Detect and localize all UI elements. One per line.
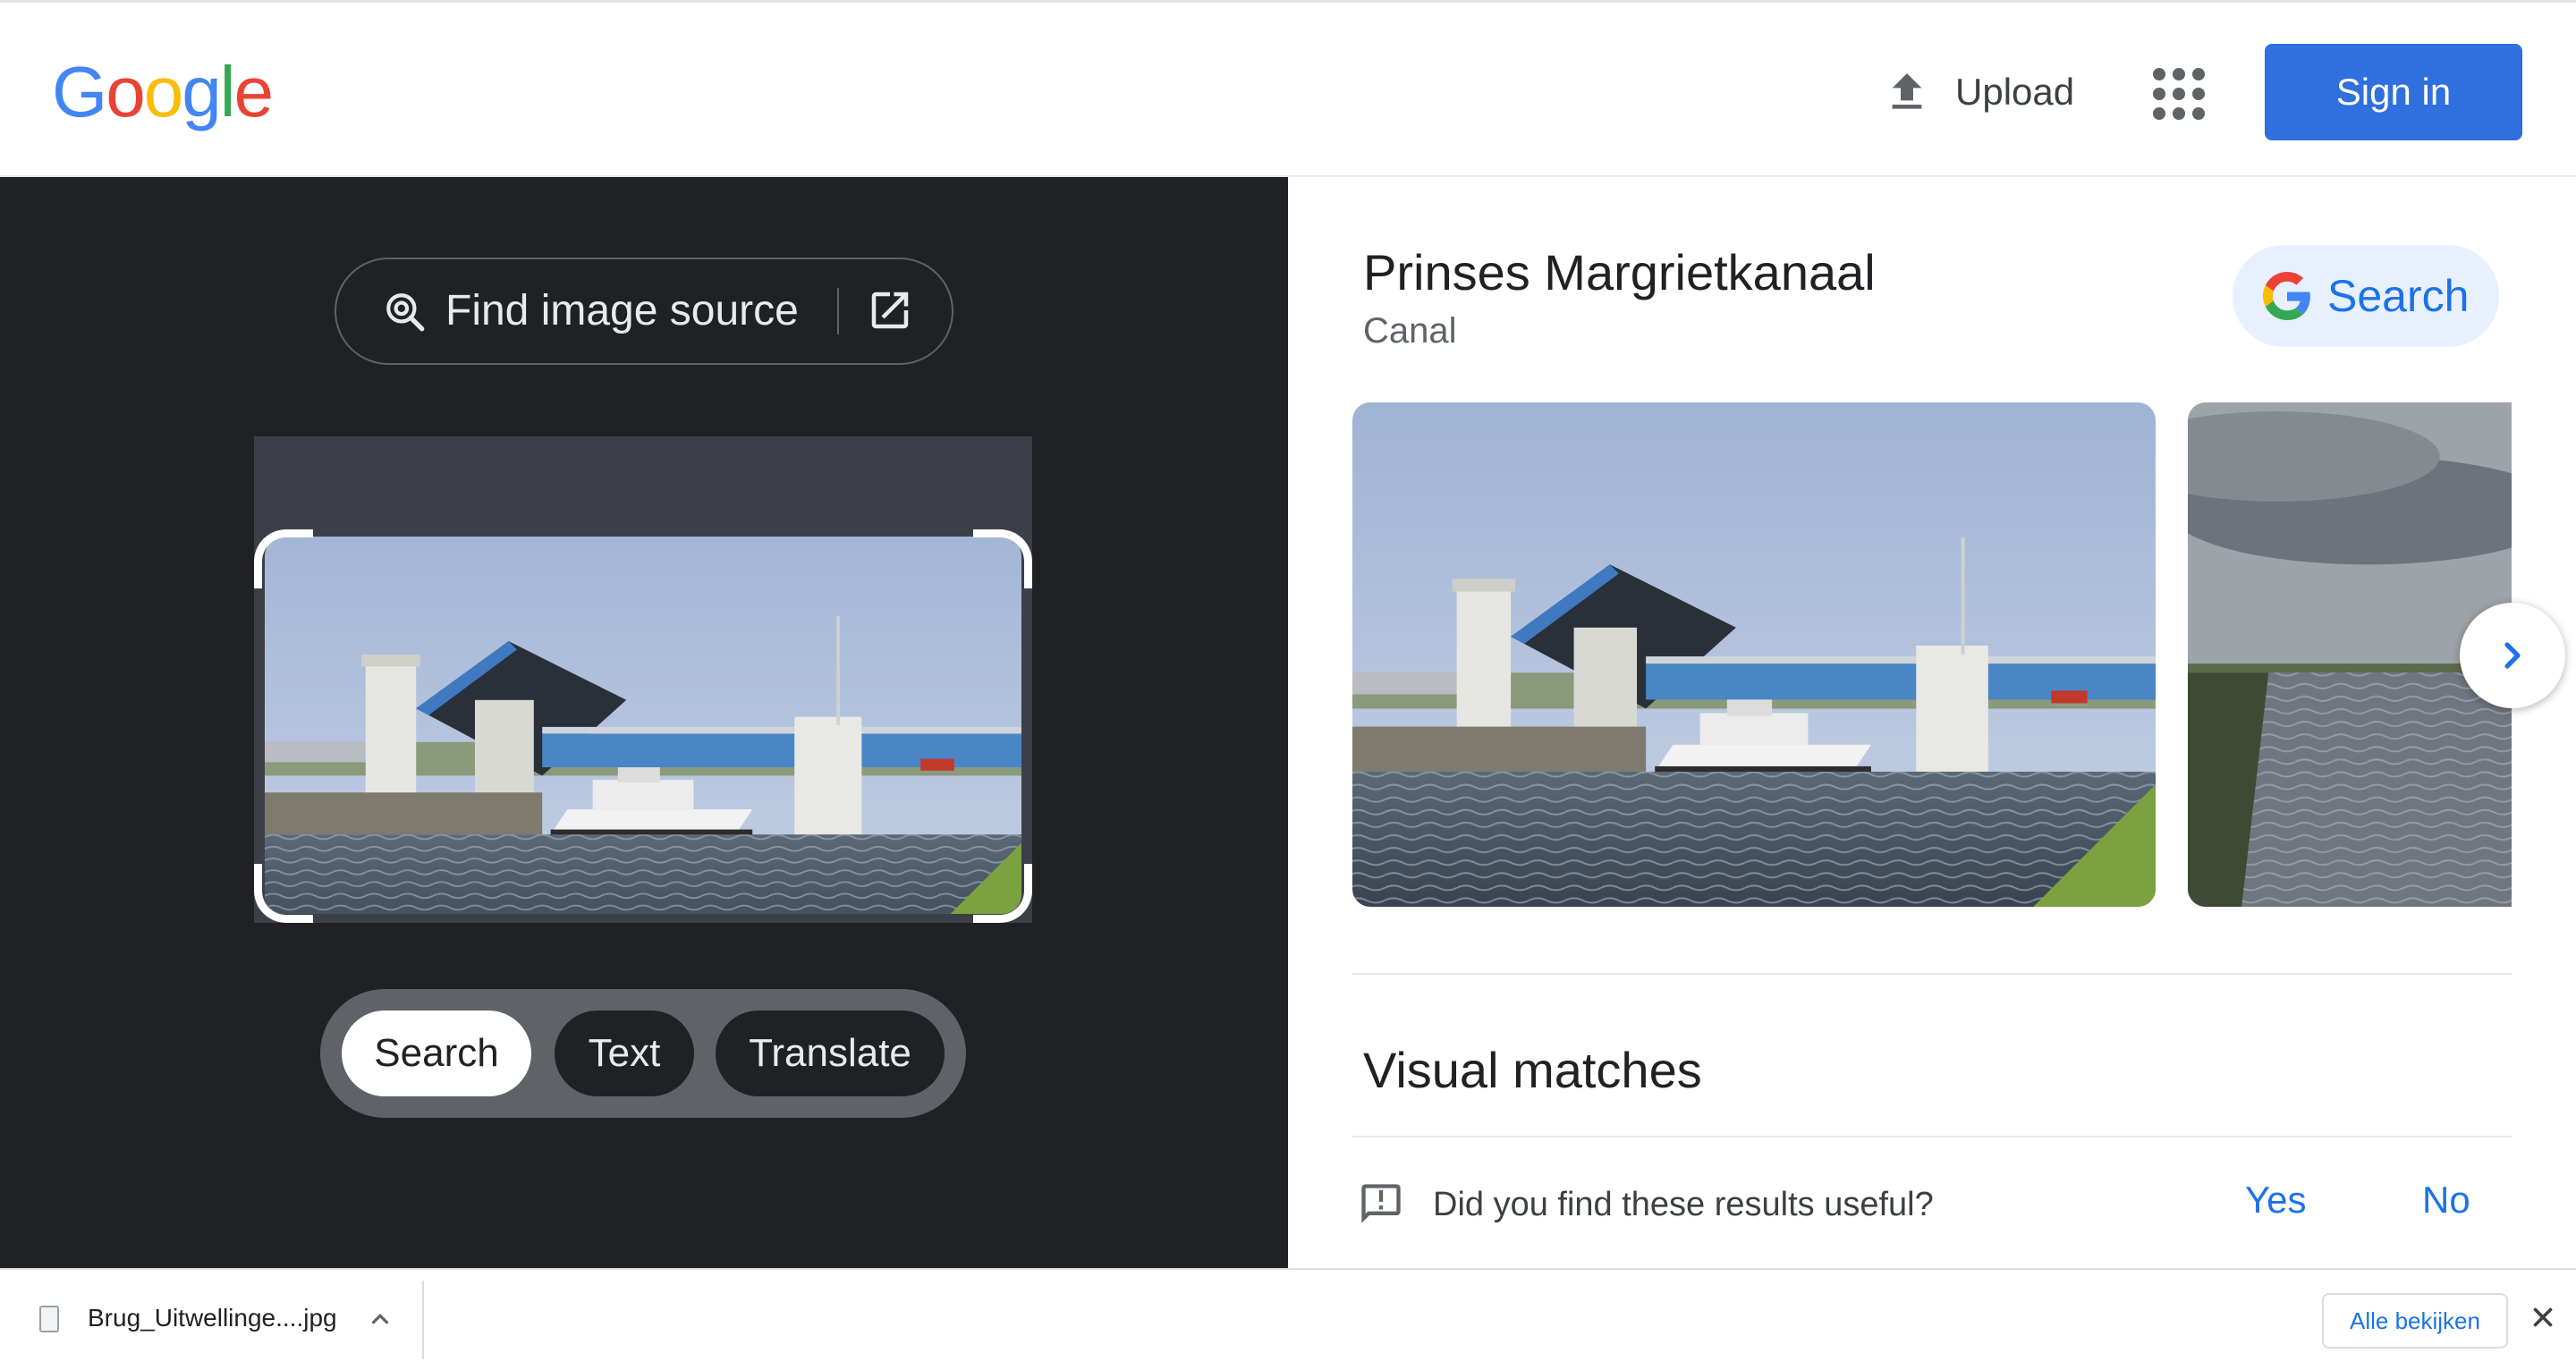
divider xyxy=(837,288,839,334)
sign-in-button[interactable]: Sign in xyxy=(2265,44,2522,140)
feedback-icon xyxy=(1361,1184,1401,1223)
lens-search-icon xyxy=(386,293,425,332)
result-image-1[interactable] xyxy=(1352,402,2156,907)
find-image-source-button[interactable]: Find image source xyxy=(335,258,953,365)
bridge-photo xyxy=(265,537,1021,914)
upload-label: Upload xyxy=(1955,71,2075,113)
google-search-label: Search xyxy=(2327,271,2470,321)
entity-title: Prinses Margrietkanaal xyxy=(1363,244,1876,300)
logo-letter: l xyxy=(219,52,236,131)
open-in-new-icon[interactable] xyxy=(866,286,914,334)
crop-handle-top-left[interactable] xyxy=(254,529,313,588)
logo-letter: g xyxy=(182,52,221,131)
logo-letter: e xyxy=(233,52,274,131)
mode-search[interactable]: Search xyxy=(342,1011,531,1096)
download-shelf: Brug_Uitwellinge....jpg Alle bekijken xyxy=(0,1268,2576,1370)
mode-text[interactable]: Text xyxy=(555,1011,694,1096)
google-lens-page: Google Upload Sign in Find image source … xyxy=(0,0,2576,1370)
section-divider xyxy=(1352,1136,2512,1137)
feedback-yes-button[interactable]: Yes xyxy=(2245,1179,2307,1222)
chevron-right-icon xyxy=(2504,642,2521,669)
uploaded-image-preview xyxy=(254,436,1032,923)
google-apps-button[interactable] xyxy=(2147,62,2211,126)
upload-icon xyxy=(1892,73,1922,109)
logo-letter: G xyxy=(52,52,107,131)
lens-image-pane: Find image source Search Text Translate xyxy=(0,177,1288,1268)
upload-button[interactable]: Upload xyxy=(1882,53,2074,131)
results-pane: Prinses Margrietkanaal Canal Search Visu… xyxy=(1288,177,2576,1268)
selected-crop-area[interactable] xyxy=(265,537,1021,914)
find-image-source-label: Find image source xyxy=(445,287,799,334)
apps-grid-icon xyxy=(2153,68,2205,120)
visual-matches-heading: Visual matches xyxy=(1363,1042,1702,1098)
google-search-button[interactable]: Search xyxy=(2233,245,2499,347)
chevron-up-icon[interactable] xyxy=(367,1306,394,1332)
bridge-result-photo xyxy=(1352,402,2156,907)
google-g-icon xyxy=(2263,272,2310,320)
feedback-question: Did you find these results useful? xyxy=(1433,1186,1934,1223)
section-divider xyxy=(1352,973,2512,975)
lens-mode-switcher: Search Text Translate xyxy=(320,989,966,1118)
top-header: Google Upload Sign in xyxy=(0,0,2576,177)
logo-letter: o xyxy=(106,52,145,131)
entity-subtitle: Canal xyxy=(1363,311,1457,351)
divider xyxy=(422,1281,424,1359)
google-logo[interactable]: Google xyxy=(52,56,274,128)
view-all-downloads-button[interactable]: Alle bekijken xyxy=(2322,1293,2508,1349)
feedback-no-button[interactable]: No xyxy=(2422,1179,2470,1222)
next-images-button[interactable] xyxy=(2460,603,2565,708)
image-file-icon xyxy=(39,1306,59,1332)
mode-translate[interactable]: Translate xyxy=(716,1011,945,1096)
download-filename[interactable]: Brug_Uitwellinge....jpg xyxy=(88,1304,337,1332)
close-icon[interactable] xyxy=(2528,1302,2558,1332)
logo-letter: o xyxy=(143,52,183,131)
